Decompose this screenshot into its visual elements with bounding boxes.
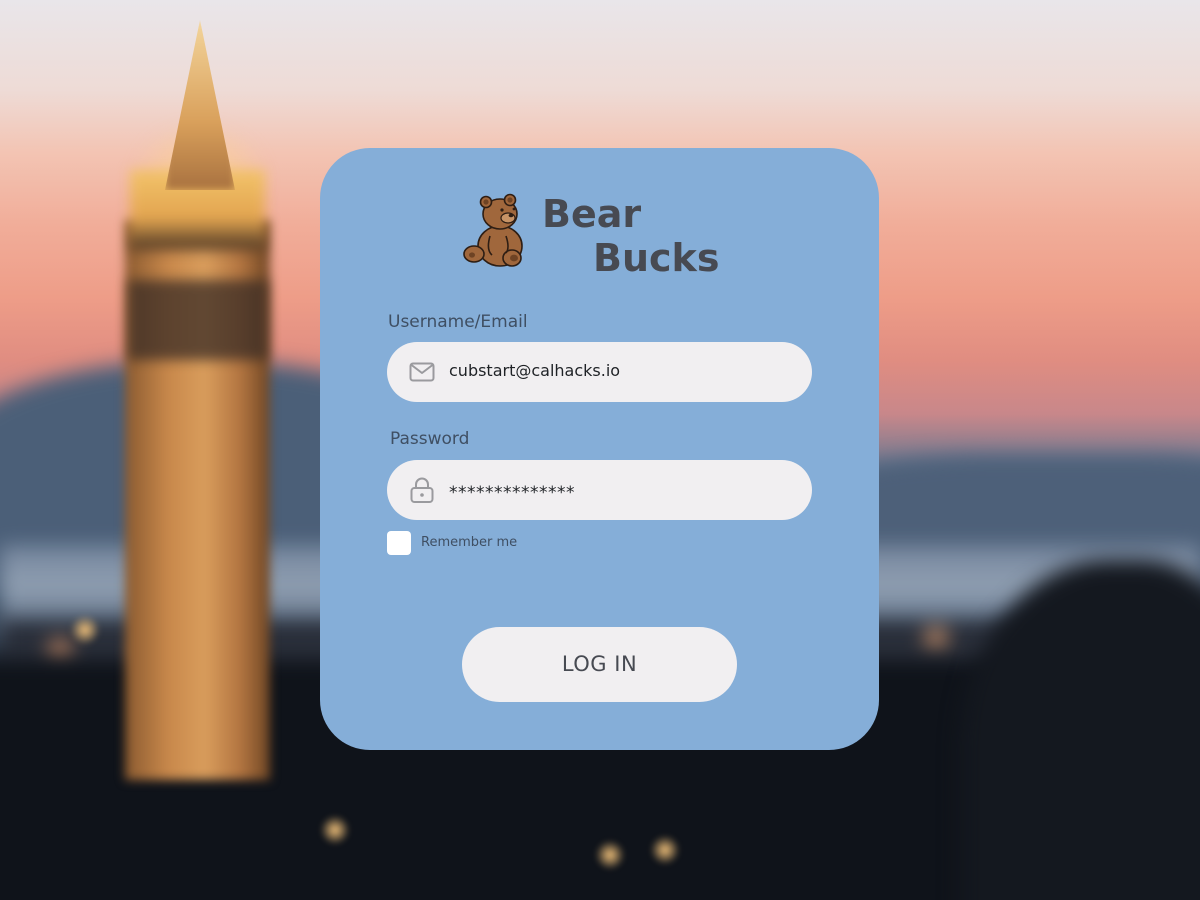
password-field[interactable]: ************** [387,460,812,520]
light-spot [320,815,350,845]
light-spot [595,840,625,870]
remember-me-label: Remember me [421,535,518,550]
app-name-line1: Bear [542,192,642,236]
remember-me-checkbox[interactable] [387,531,411,555]
app-name-line2: Bucks [593,236,720,280]
clock-tower-spire [165,20,235,190]
login-button[interactable]: LOG IN [462,627,737,702]
light-spot [650,835,680,865]
bear-mascot-icon [463,193,523,267]
lock-icon [410,477,434,503]
username-label: Username/Email [388,312,528,332]
password-label: Password [390,429,470,449]
envelope-icon [409,362,435,382]
login-card: Bear Bucks Username/Email cubstart@calha… [320,148,879,750]
username-field[interactable]: cubstart@calhacks.io [387,342,812,402]
app-name: Bear Bucks [542,192,719,280]
brand-header: Bear Bucks [462,190,732,280]
username-input[interactable]: cubstart@calhacks.io [449,360,792,382]
light-spot [70,615,100,645]
clock-tower-band [128,280,268,360]
password-input[interactable]: ************** [449,482,792,504]
